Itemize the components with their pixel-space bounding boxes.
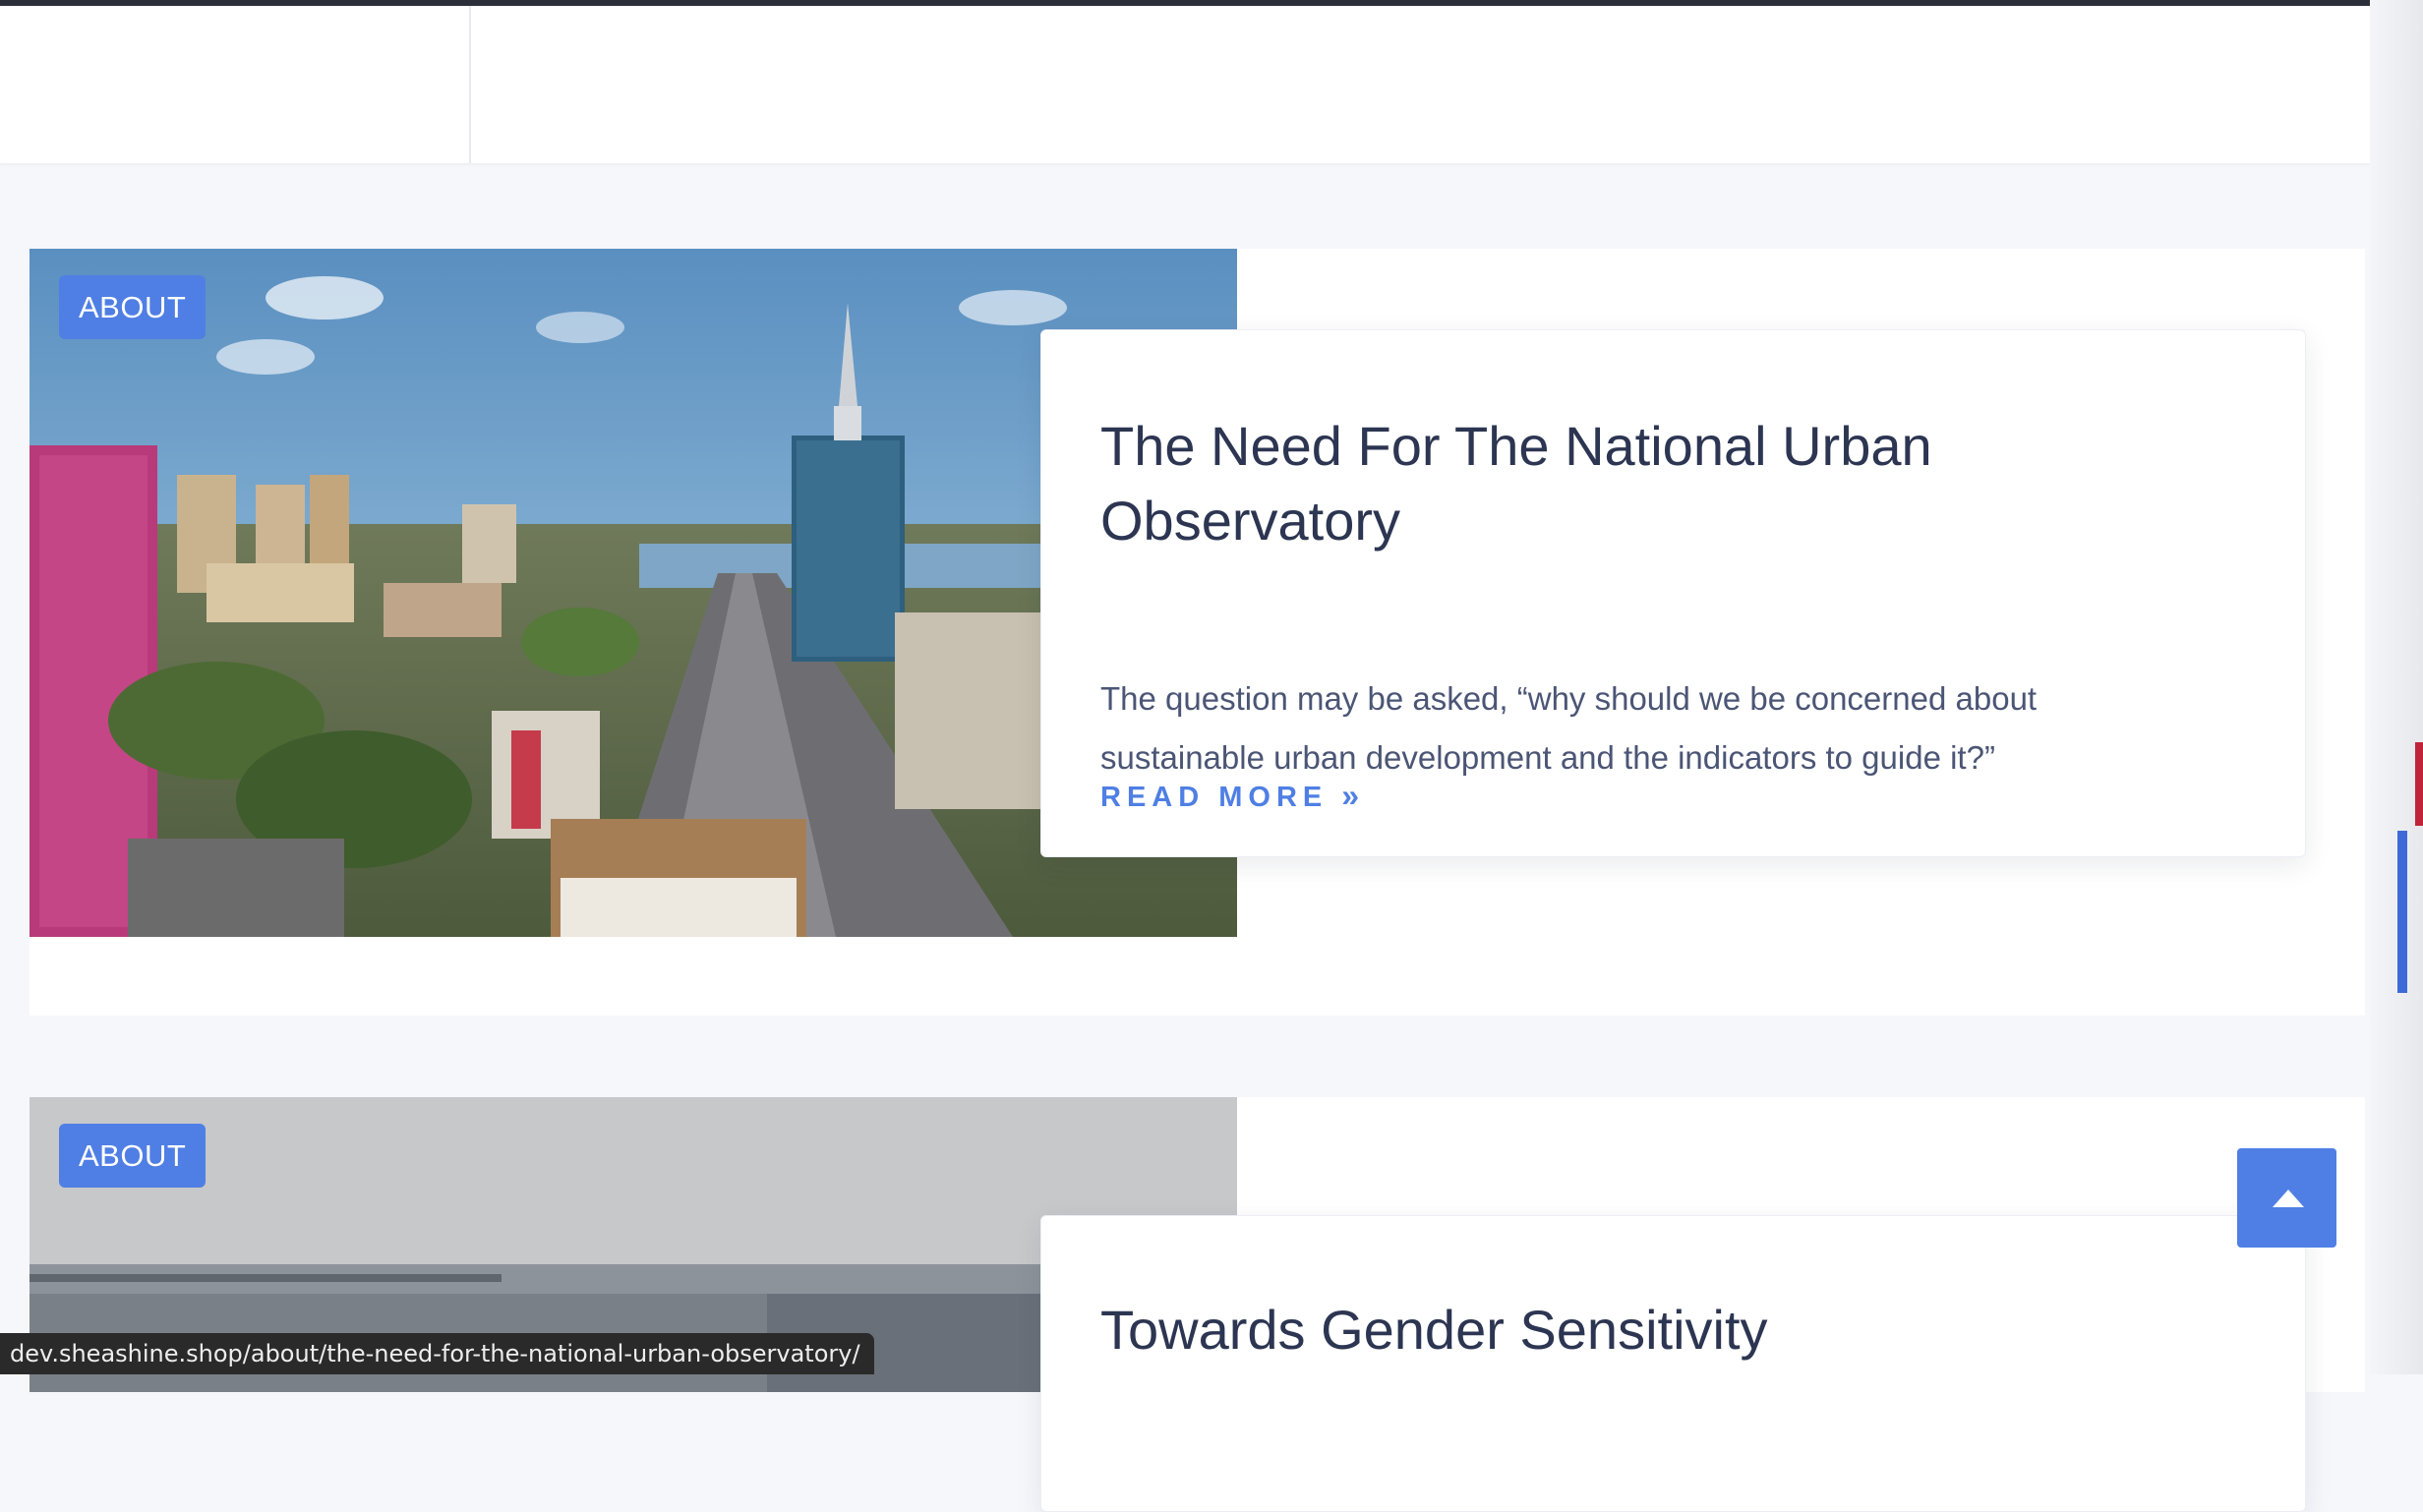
double-chevron-right-icon: » xyxy=(1341,778,1360,813)
scrollbar-thumb[interactable] xyxy=(2397,831,2407,993)
post-excerpt: The question may be asked, “why should w… xyxy=(1100,680,2038,776)
link-status-bar: dev.sheashine.shop/about/the-need-for-th… xyxy=(0,1333,874,1374)
arrow-up-icon xyxy=(2273,1190,2304,1207)
back-to-top-button[interactable] xyxy=(2237,1148,2336,1248)
read-more-label: READ MORE xyxy=(1100,782,1329,813)
scroll-marker xyxy=(2415,742,2423,826)
category-badge[interactable]: ABOUT xyxy=(59,1124,207,1188)
post-title[interactable]: The Need For The National Urban Observat… xyxy=(1100,409,2246,558)
post-card: ABOUT The Need For The National Urban Ob… xyxy=(30,249,2365,1016)
section-divider xyxy=(469,6,471,163)
post-content-box: The Need For The National Urban Observat… xyxy=(1040,329,2306,857)
previous-section xyxy=(0,6,2370,163)
read-more-link[interactable]: READ MORE » xyxy=(1100,778,1359,814)
post-content-box: Towards Gender Sensitivity xyxy=(1040,1215,2306,1512)
post-title[interactable]: Towards Gender Sensitivity xyxy=(1100,1293,2246,1367)
scrollbar-track[interactable] xyxy=(2370,0,2423,1374)
category-badge[interactable]: ABOUT xyxy=(59,275,207,339)
